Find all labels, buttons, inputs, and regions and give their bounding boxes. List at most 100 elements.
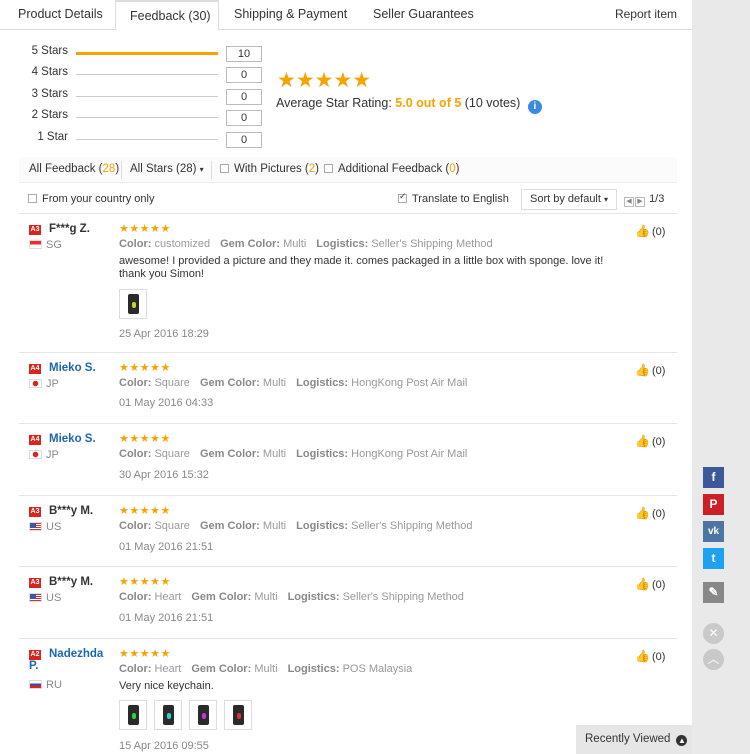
rating-bar-track xyxy=(76,117,218,118)
translate-checkbox[interactable] xyxy=(398,191,407,203)
recently-viewed-button[interactable]: Recently Viewed ▲ xyxy=(576,725,692,754)
rating-bar-track xyxy=(76,96,218,97)
rating-bar-track xyxy=(76,52,218,55)
chevron-up-icon: ▲ xyxy=(676,735,688,746)
filter-with-pictures-label: With Pictures ( xyxy=(234,163,309,175)
review-photo[interactable] xyxy=(119,700,147,730)
rating-row-2[interactable]: 2 Stars 0 xyxy=(0,108,270,126)
from-country-checkbox[interactable] xyxy=(28,194,37,203)
rating-row-3[interactable]: 3 Stars 0 xyxy=(0,87,270,105)
review-text: awesome! I provided a picture and they m… xyxy=(119,255,604,280)
rating-row-5[interactable]: 5 Stars 10 xyxy=(0,44,270,62)
attribute-value: Multi xyxy=(283,238,307,250)
tab-feedback[interactable]: Feedback (30) xyxy=(115,0,219,31)
tab-seller-guarantees[interactable]: Seller Guarantees xyxy=(373,0,474,30)
filter-all-feedback-close: ) xyxy=(115,163,120,175)
review-photo[interactable] xyxy=(119,289,147,319)
rating-row-label: 5 Stars xyxy=(31,45,68,57)
tab-shipping-payment[interactable]: Shipping & Payment xyxy=(234,0,347,30)
review-attributes: Color: Square Gem Color: Multi Logistics: … xyxy=(119,520,473,532)
pagination: ◀ ▶ 1/3 xyxy=(624,193,664,207)
close-icon[interactable]: ✕ xyxy=(703,623,724,644)
review-attributes: Color: Heart Gem Color: Multi Logistics: P… xyxy=(119,663,412,675)
helpful-button[interactable]: 👍 (0) xyxy=(635,506,665,520)
from-country-filter[interactable]: From your country only xyxy=(28,193,154,205)
filter-additional-feedback[interactable]: Additional Feedback (0) xyxy=(324,163,459,175)
tab-product-details[interactable]: Product Details xyxy=(18,0,103,30)
report-item-link[interactable]: Report item xyxy=(615,0,677,28)
helpful-button[interactable]: 👍 (0) xyxy=(635,363,665,377)
review-date: 25 Apr 2016 18:29 xyxy=(119,328,209,340)
thumbs-up-icon: 👍 xyxy=(635,577,650,591)
reviewer-name[interactable]: Mieko S. xyxy=(49,433,96,445)
feedback-panel: Product Details Feedback (30) Shipping &… xyxy=(0,0,692,754)
reviewer-name-line2[interactable]: P. xyxy=(29,660,38,672)
review-stars: ★★★★★ xyxy=(119,362,171,374)
pinterest-share-icon[interactable]: P xyxy=(703,494,724,515)
filter-all-stars-dropdown[interactable]: All Stars (28) ▾ xyxy=(130,163,204,175)
attribute-value: Seller's Shipping Method xyxy=(351,520,473,532)
with-pictures-checkbox[interactable] xyxy=(220,164,229,173)
review-item: A3 B***y M. US ★★★★★ Color: Square Gem Co… xyxy=(19,495,677,566)
buyer-level-badge: A2 xyxy=(29,650,41,660)
rating-bar-track xyxy=(76,139,218,140)
helpful-button[interactable]: 👍 (0) xyxy=(635,224,665,238)
back-to-top-icon[interactable]: ︿ xyxy=(703,649,724,670)
thumbs-up-icon: 👍 xyxy=(635,434,650,448)
rating-count: 10 xyxy=(226,46,262,62)
translate-option[interactable]: Translate to English xyxy=(398,191,509,205)
helpful-button[interactable]: 👍 (0) xyxy=(635,649,665,663)
thumbs-up-icon: 👍 xyxy=(635,224,650,238)
filter-with-pictures[interactable]: With Pictures (2) xyxy=(220,163,319,175)
filter-all-feedback[interactable]: All Feedback (28) xyxy=(29,163,119,175)
review-date: 30 Apr 2016 15:32 xyxy=(119,469,209,481)
helpful-button[interactable]: 👍 (0) xyxy=(635,434,665,448)
attribute-label: Color: xyxy=(119,591,152,603)
thumbs-up-icon: 👍 xyxy=(635,363,650,377)
rating-row-4[interactable]: 4 Stars 0 xyxy=(0,65,270,83)
review-photo[interactable] xyxy=(154,700,182,730)
average-votes: (10 votes) xyxy=(464,96,521,110)
attribute-value: Seller's Shipping Method xyxy=(371,238,493,250)
twitter-share-icon[interactable]: t xyxy=(703,548,724,569)
sort-dropdown[interactable]: Sort by default ▾ xyxy=(521,189,617,210)
review-stars: ★★★★★ xyxy=(119,576,171,588)
facebook-share-icon[interactable]: f xyxy=(703,467,724,488)
attribute-label: Color: xyxy=(119,448,152,460)
reviewer-country: SG xyxy=(29,239,62,251)
review-attributes: Color: Square Gem Color: Multi Logistics: … xyxy=(119,448,467,460)
prev-page-button[interactable]: ◀ xyxy=(624,197,634,207)
filter-additional-close: ) xyxy=(455,163,460,175)
tab-bar: Product Details Feedback (30) Shipping &… xyxy=(0,0,692,31)
filter-additional-label: Additional Feedback ( xyxy=(338,163,450,175)
filter-bar: All Feedback (28) All Stars (28) ▾ With … xyxy=(19,157,677,183)
review-photo[interactable] xyxy=(224,700,252,730)
helpful-count: (0) xyxy=(651,651,666,663)
edit-feedback-icon[interactable]: ✎ xyxy=(703,582,724,603)
additional-feedback-checkbox[interactable] xyxy=(324,164,333,173)
divider xyxy=(211,161,212,179)
reviewer-name: B***y M. xyxy=(49,576,94,588)
attribute-label: Gem Color: xyxy=(199,448,260,460)
info-icon[interactable]: i xyxy=(527,100,542,114)
rating-row-1[interactable]: 1 Star 0 xyxy=(0,130,270,148)
helpful-button[interactable]: 👍 (0) xyxy=(635,577,665,591)
chevron-down-icon: ▾ xyxy=(604,195,609,204)
attribute-label: Gem Color: xyxy=(191,591,252,603)
reviewer-name: F***g Z. xyxy=(49,223,90,235)
translate-label: Translate to English xyxy=(412,193,509,205)
review-photo[interactable] xyxy=(189,700,217,730)
reviewer-name[interactable]: Mieko S. xyxy=(49,362,96,374)
review-date: 01 May 2016 21:51 xyxy=(119,541,214,553)
reviewer-country-code: US xyxy=(46,592,62,604)
attribute-label: Gem Color: xyxy=(199,377,260,389)
average-rating-value: 5.0 out of 5 xyxy=(395,96,462,110)
attribute-label: Gem Color: xyxy=(191,663,252,675)
reviewer-country-code: JP xyxy=(46,378,59,390)
next-page-button[interactable]: ▶ xyxy=(635,197,645,207)
review-item: A3 F***g Z. SG ★★★★★ Color: customized Ge… xyxy=(19,213,677,352)
vk-share-icon[interactable]: vk xyxy=(703,521,724,542)
reviewer-name[interactable]: Nadezhda xyxy=(49,648,103,660)
rating-bar-track xyxy=(76,74,218,75)
reviewer-country-code: US xyxy=(46,521,62,533)
